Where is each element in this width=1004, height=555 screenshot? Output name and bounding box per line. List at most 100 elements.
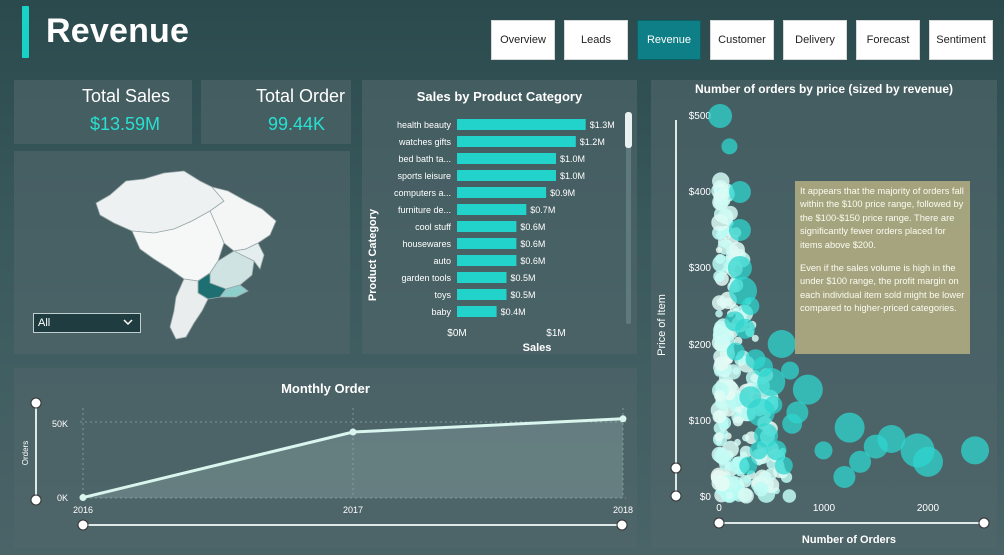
kpi-total-order-card: Total Order 99.44K xyxy=(201,80,351,144)
scatter-point xyxy=(728,219,751,241)
category-bar-value: $0.9M xyxy=(550,188,575,198)
category-bar-value: $1.3M xyxy=(590,120,615,130)
scatter-point xyxy=(713,323,725,336)
category-label: bed bath ta... xyxy=(398,154,451,164)
chevron-down-icon xyxy=(123,319,133,326)
scatter-point xyxy=(739,456,758,475)
monthly-y-tick-50k: 50K xyxy=(52,419,68,429)
scatter-point xyxy=(764,395,783,414)
category-bar-value: $0.6M xyxy=(520,222,545,232)
monthly-y-tick-0k: 0K xyxy=(57,493,68,503)
category-x-tick-0: $0M xyxy=(447,328,466,339)
nav-leads-button[interactable]: Leads xyxy=(564,20,628,60)
scatter-point xyxy=(792,374,823,405)
scatter-point xyxy=(739,386,762,409)
insight-note-paragraph-1: It appears that the majority of orders f… xyxy=(800,186,964,250)
scatter-point xyxy=(725,491,734,500)
nav-delivery-button[interactable]: Delivery xyxy=(783,20,847,60)
category-bar-value: $0.6M xyxy=(520,256,545,266)
scatter-point xyxy=(752,356,773,377)
scatter-point xyxy=(712,254,730,273)
category-bar-value: $0.5M xyxy=(511,290,536,300)
scatter-x-tick-2000: 2000 xyxy=(917,503,940,514)
category-label: computers a... xyxy=(394,188,451,198)
category-label: toys xyxy=(434,290,451,300)
state-filter-value: All xyxy=(38,317,51,329)
monthly-chart-panel: Monthly Order Orders 50K 0K 2016 2017 20… xyxy=(14,368,637,548)
scatter-point xyxy=(714,475,730,492)
category-label: garden tools xyxy=(401,273,451,283)
scatter-point xyxy=(782,489,797,503)
scatter-y-tick-200: $200 xyxy=(689,340,712,351)
scatter-point xyxy=(714,390,726,402)
kpi-total-sales-label: Total Sales xyxy=(81,86,170,106)
category-label: sports leisure xyxy=(397,171,451,181)
scatter-y-tick-400: $400 xyxy=(689,187,712,198)
scatter-x-slider-right-handle[interactable] xyxy=(978,517,990,529)
page-title: Revenue xyxy=(46,12,190,50)
scatter-y-slider-bottom-handle[interactable] xyxy=(670,490,682,502)
scatter-point xyxy=(708,104,733,128)
scatter-y-axis-label: Price of Item xyxy=(656,294,668,356)
scatter-point xyxy=(743,476,751,484)
scatter-point xyxy=(713,270,725,283)
monthly-x-tick-2018: 2018 xyxy=(613,505,633,515)
category-bar xyxy=(457,255,517,266)
scatter-point xyxy=(913,446,943,477)
monthly-x-slider-left-handle[interactable] xyxy=(77,519,89,531)
monthly-y-axis-label: Orders xyxy=(21,441,30,465)
monthly-y-slider-top-handle[interactable] xyxy=(30,397,42,409)
category-x-tick-1: $1M xyxy=(546,328,565,339)
category-bar-value: $1.0M xyxy=(560,171,585,181)
category-label: health beauty xyxy=(397,120,452,130)
monthly-x-tick-2016: 2016 xyxy=(73,505,93,515)
category-bar xyxy=(457,306,497,317)
category-scrollbar-thumb[interactable] xyxy=(625,112,632,148)
monthly-x-slider-right-handle[interactable] xyxy=(616,519,628,531)
scatter-point xyxy=(781,361,800,380)
category-bar xyxy=(457,119,586,130)
kpi-total-sales-card: Total Sales $13.59M xyxy=(14,80,192,144)
scatter-point xyxy=(728,181,751,203)
category-label: cool stuff xyxy=(415,222,451,232)
nav-revenue-button[interactable]: Revenue xyxy=(637,20,701,60)
scatter-y-tick-500: $500 xyxy=(689,111,712,122)
nav-overview-button[interactable]: Overview xyxy=(491,20,555,60)
category-bar-value: $0.4M xyxy=(501,307,526,317)
category-label: furniture de... xyxy=(398,205,451,215)
state-filter-dropdown[interactable]: All xyxy=(33,313,141,333)
insight-note: It appears that the majority of orders f… xyxy=(795,181,970,354)
category-label: auto xyxy=(433,256,451,266)
category-label: baby xyxy=(431,307,451,317)
scatter-y-tick-0: $0 xyxy=(700,492,712,503)
scatter-point xyxy=(767,330,796,358)
nav-customer-button[interactable]: Customer xyxy=(710,20,774,60)
monthly-x-tick-2017: 2017 xyxy=(343,505,363,515)
scatter-y-tick-300: $300 xyxy=(689,263,712,274)
category-label: watches gifts xyxy=(398,137,452,147)
monthly-y-slider-bottom-handle[interactable] xyxy=(30,494,42,506)
scatter-point xyxy=(715,309,723,318)
monthly-line-chart: Orders 50K 0K 2016 2017 2018 xyxy=(21,397,633,531)
scatter-point xyxy=(753,481,769,497)
category-bar xyxy=(457,221,517,232)
category-chart-panel: Sales by Product Category Product Catego… xyxy=(362,80,637,354)
scatter-point xyxy=(749,441,768,460)
category-bar-value: $0.6M xyxy=(520,239,545,249)
category-label: housewares xyxy=(402,239,451,249)
monthly-point xyxy=(619,415,627,423)
category-bar xyxy=(457,153,556,164)
monthly-point xyxy=(349,428,357,436)
scatter-point xyxy=(734,438,741,446)
nav-sentiment-button[interactable]: Sentiment xyxy=(929,20,993,60)
scatter-y-slider-top-handle[interactable] xyxy=(670,462,682,474)
scatter-point xyxy=(833,466,856,488)
scatter-point xyxy=(714,356,729,371)
scatter-point xyxy=(741,297,760,315)
kpi-total-sales-value: $13.59M xyxy=(89,114,160,134)
scatter-point xyxy=(729,241,745,258)
nav-forecast-button[interactable]: Forecast xyxy=(856,20,920,60)
scatter-point xyxy=(715,246,723,254)
scatter-x-slider-left-handle[interactable] xyxy=(713,517,725,529)
scatter-point xyxy=(774,456,793,475)
